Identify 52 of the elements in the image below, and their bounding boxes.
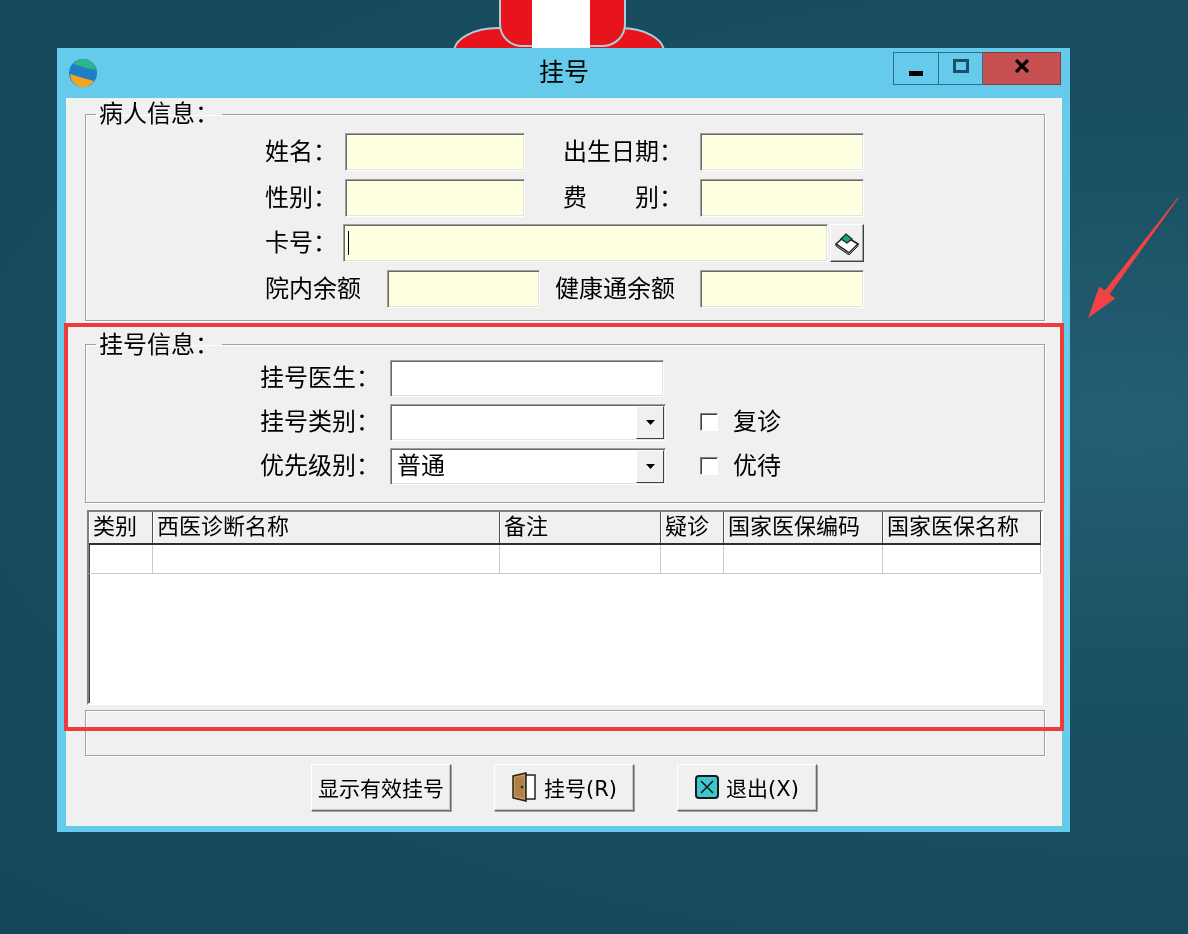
field-label: 挂号类别： <box>260 408 381 436</box>
column-header[interactable]: 疑诊 <box>661 511 724 543</box>
checkbox-label: 复诊 <box>733 408 781 436</box>
door-icon <box>511 772 537 802</box>
text-field[interactable] <box>700 269 864 308</box>
maximize-icon <box>952 59 969 73</box>
close-icon <box>1013 59 1030 73</box>
column-header[interactable]: 类别 <box>89 511 153 543</box>
column-header[interactable]: 备注 <box>500 511 661 543</box>
checkbox[interactable] <box>700 413 718 431</box>
field-label: 挂号医生： <box>260 364 381 392</box>
field-label: 费 别： <box>563 183 684 212</box>
dropdown-button[interactable] <box>636 449 664 483</box>
group-title: 挂号信息： <box>98 332 220 357</box>
field-label: 健康通余额 <box>555 274 676 303</box>
field-label: 姓名： <box>265 138 338 166</box>
window-title: 挂号 <box>538 59 589 87</box>
text-field[interactable] <box>390 359 664 397</box>
column-header[interactable]: 国家医保编码 <box>724 511 883 543</box>
field-label: 院内余额 <box>265 274 362 303</box>
minimize-icon <box>909 71 923 76</box>
text-field[interactable] <box>700 178 864 217</box>
field-label: 性别： <box>265 183 338 212</box>
table-row[interactable] <box>89 544 1041 574</box>
text-field[interactable] <box>343 224 828 262</box>
field-label: 出生日期： <box>563 138 684 166</box>
checkbox[interactable] <box>700 457 718 475</box>
minimize-button[interactable] <box>893 52 939 85</box>
dropdown-field[interactable]: 普通 <box>390 447 666 485</box>
dropdown-field[interactable] <box>390 403 666 441</box>
field-label: 卡号： <box>265 229 338 257</box>
text-field[interactable] <box>700 133 864 171</box>
lookup-button[interactable] <box>830 224 864 262</box>
column-header[interactable]: 西医诊断名称 <box>153 511 500 543</box>
app-logo-icon <box>68 58 98 88</box>
text-field[interactable] <box>345 133 525 171</box>
caret-icon <box>645 419 655 425</box>
column-header[interactable]: 国家医保名称 <box>883 511 1041 543</box>
close-button[interactable] <box>983 52 1061 85</box>
action-button[interactable]: 退出(X) <box>677 763 817 811</box>
field-label: 优先级别： <box>260 452 381 480</box>
maximize-button[interactable] <box>939 52 983 85</box>
text-field[interactable] <box>387 269 540 308</box>
device-icon <box>834 231 860 255</box>
action-button[interactable]: 挂号(R) <box>494 763 634 811</box>
close-box-icon <box>695 775 720 799</box>
checkbox-label: 优待 <box>733 452 781 480</box>
text-field[interactable] <box>345 178 525 217</box>
dropdown-button[interactable] <box>636 405 664 439</box>
caret-icon <box>645 463 655 469</box>
action-button[interactable]: 显示有效挂号 <box>311 763 451 811</box>
group-title: 病人信息： <box>98 102 220 126</box>
